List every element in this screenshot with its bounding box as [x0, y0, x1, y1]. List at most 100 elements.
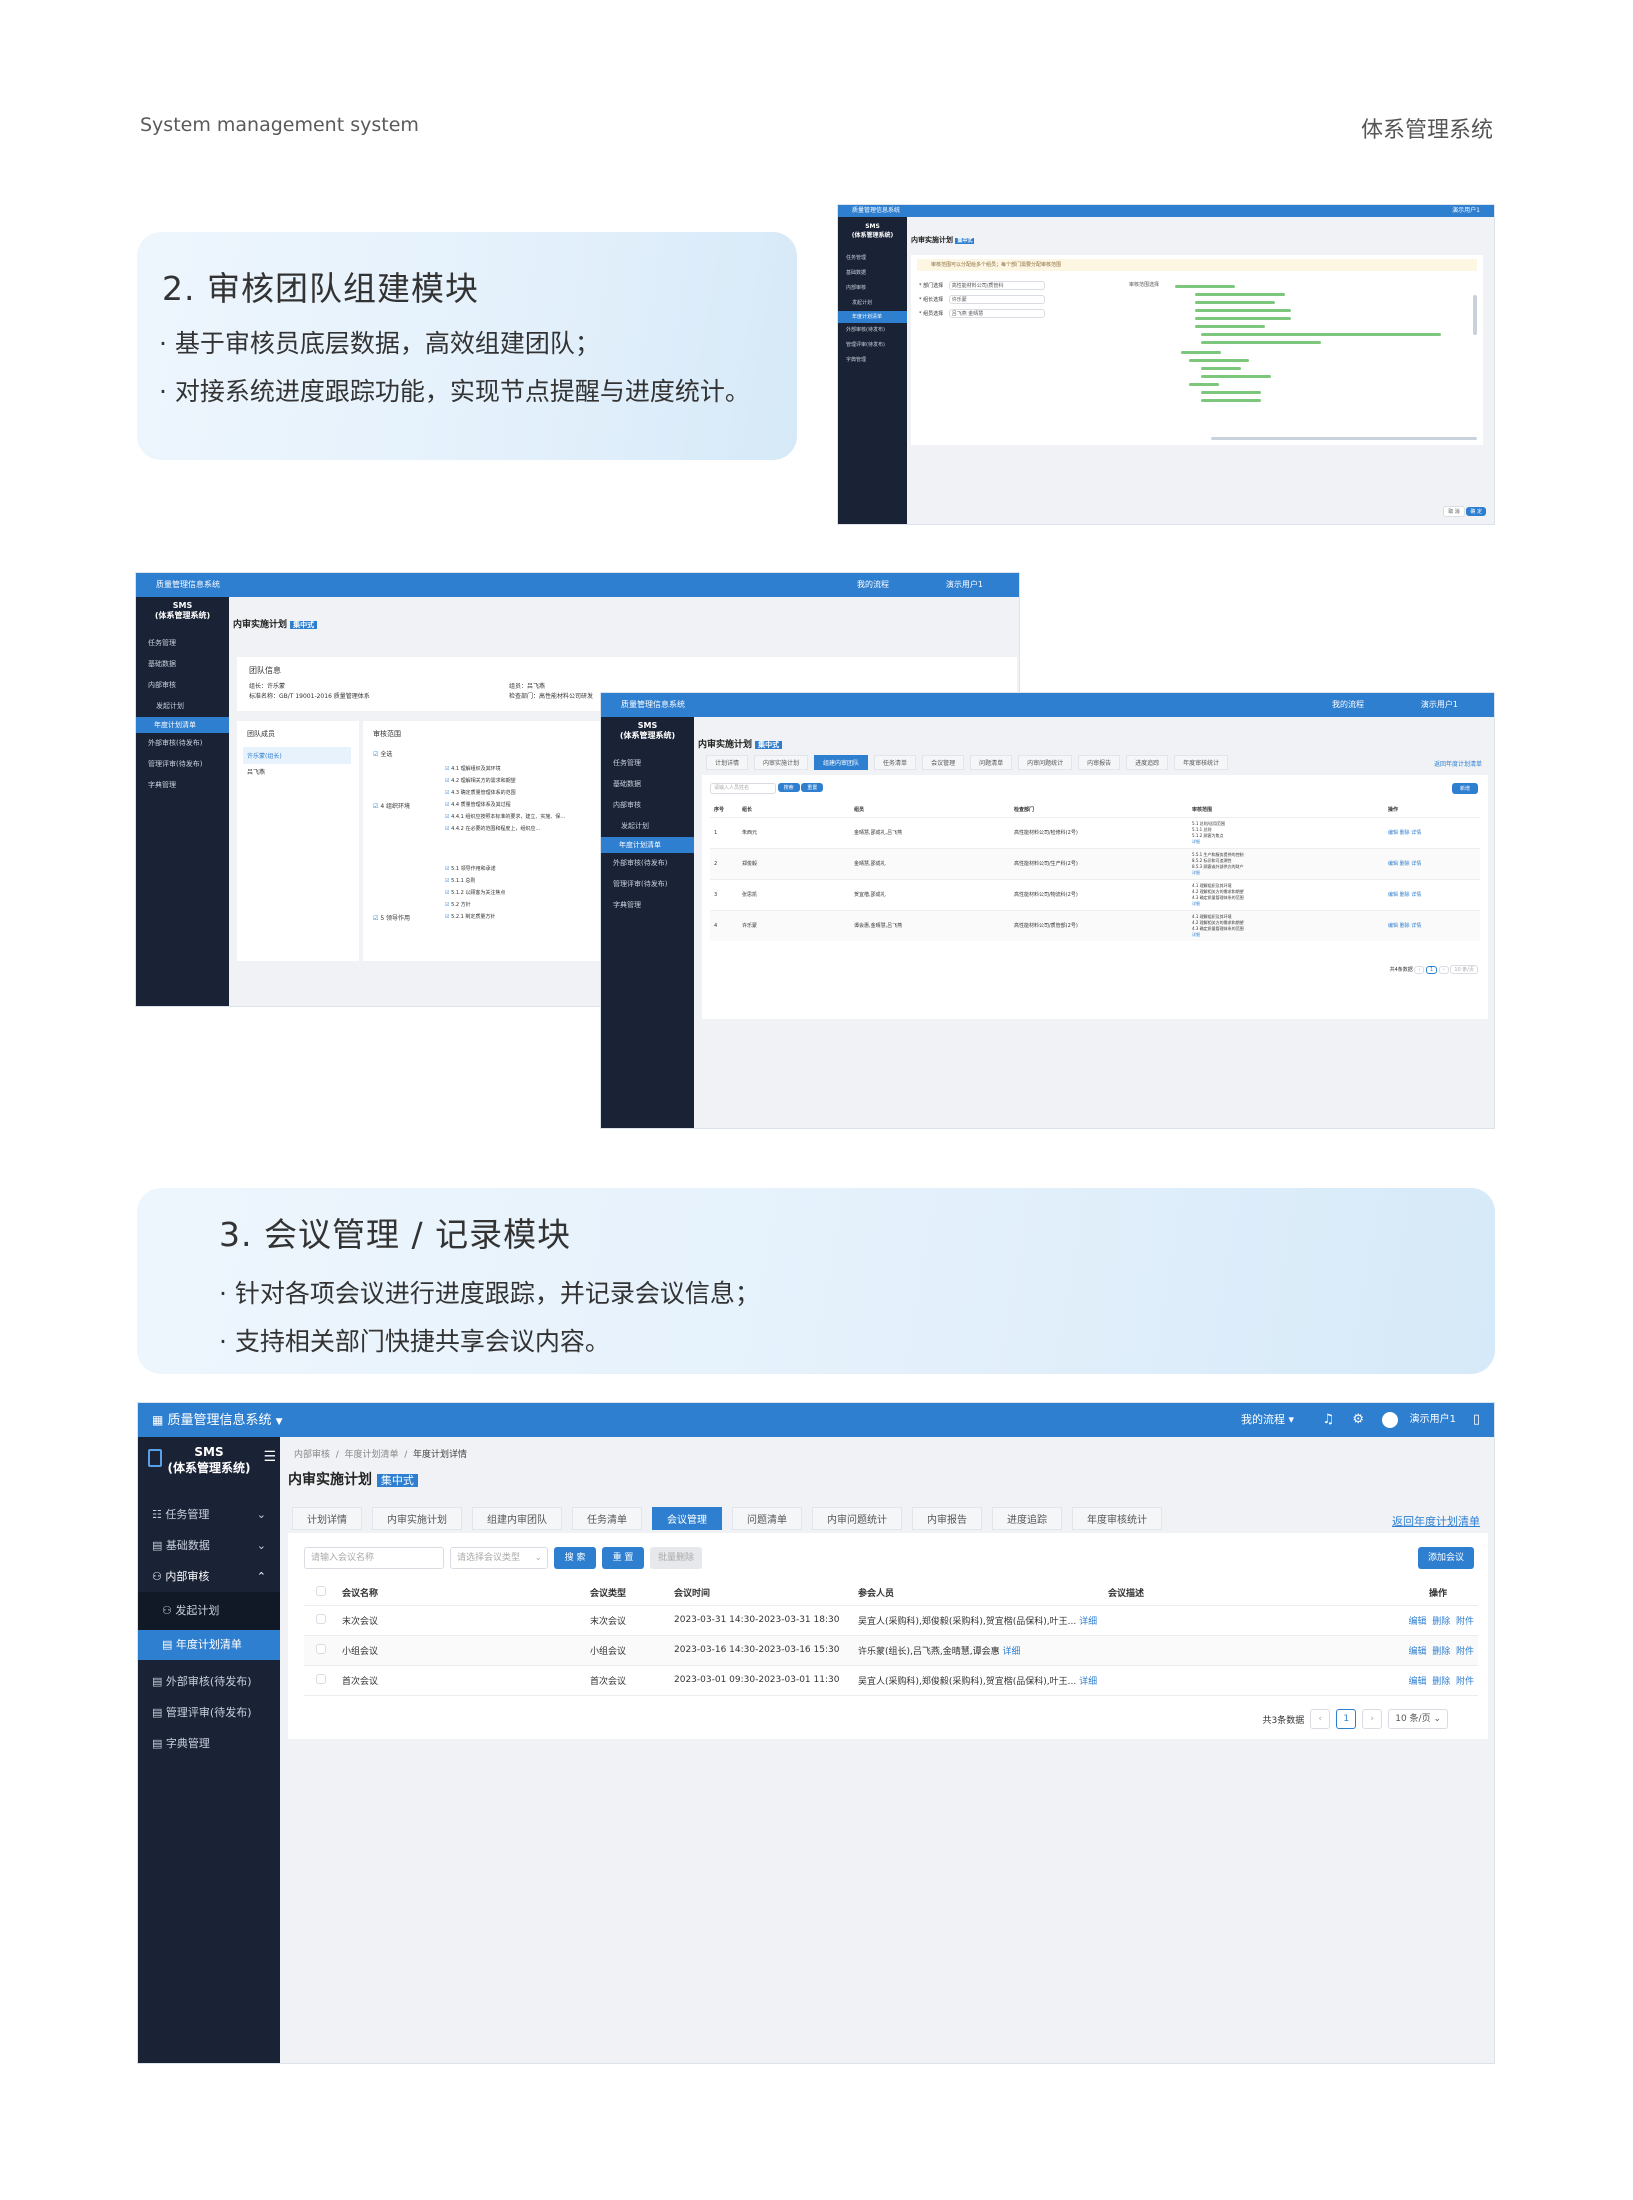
meeting-name-input[interactable]: 请输入会议名称: [304, 1547, 444, 1569]
side-mgmt-review[interactable]: ▤ 管理评审(待发布): [138, 1697, 280, 1728]
delete-link[interactable]: 删除: [1432, 1647, 1450, 1657]
side-ext-audit[interactable]: ▤ 外部审核(待发布): [138, 1666, 280, 1697]
tab-issue-list[interactable]: 问题清单: [970, 755, 1013, 770]
prev-page-button[interactable]: ‹: [1310, 1709, 1331, 1729]
team-reset-button[interactable]: 重置: [801, 783, 824, 792]
next-page-button[interactable]: ›: [1438, 966, 1449, 974]
tab-build-team[interactable]: 组建内审团队: [472, 1507, 562, 1530]
scope-item[interactable]: ☑ 4.2 理解相关方的需求和期望: [445, 775, 565, 787]
collapse-icon[interactable]: ☰: [263, 1449, 276, 1465]
side-dict[interactable]: 字典管理: [613, 895, 694, 916]
edit-link[interactable]: 编辑: [1388, 830, 1398, 836]
edit-link[interactable]: 编辑: [1408, 1677, 1426, 1687]
side-ext-audit[interactable]: 外部审核(待发布): [148, 733, 229, 754]
tab-plan-detail[interactable]: 计划详情: [706, 755, 749, 770]
side-dict[interactable]: 字典管理: [846, 353, 907, 368]
scope-item[interactable]: ☑ 4.3 确定质量管理体系的范围: [445, 787, 565, 799]
scope-item[interactable]: ☑ 4.4.1 组织应按照本标准的要求，建立、实施、保...: [445, 811, 565, 823]
side-item-base[interactable]: ▤ 基础数据 ⌄: [138, 1530, 280, 1561]
setup-cancel-button[interactable]: 取 消: [1443, 506, 1465, 517]
side-item-tasks[interactable]: 任务管理: [846, 251, 907, 266]
scope-group-2[interactable]: ☑ 5 领导作用: [373, 913, 410, 922]
edit-link[interactable]: 编辑: [1388, 861, 1398, 867]
batch-delete-button[interactable]: 批量删除: [650, 1547, 702, 1569]
attendees-detail-link[interactable]: 详细: [1002, 1647, 1020, 1657]
side-sub-plan[interactable]: ⚇ 发起计划: [138, 1592, 280, 1630]
system-name[interactable]: 质量管理信息系统: [621, 700, 685, 709]
tab-meeting[interactable]: 会议管理: [652, 1507, 722, 1530]
edit-link[interactable]: 编辑: [1388, 923, 1398, 929]
system-name[interactable]: 质量管理信息系统: [167, 1413, 271, 1428]
attachment-link[interactable]: 附件: [1456, 1647, 1474, 1657]
chevron-down-icon[interactable]: ▼: [276, 1417, 283, 1427]
side-sub-annual[interactable]: 年度计划清单: [838, 311, 907, 323]
attendees-detail-link[interactable]: 详细: [1079, 1677, 1097, 1687]
system-name[interactable]: 质量管理信息系统: [852, 207, 900, 214]
system-name[interactable]: 质量管理信息系统: [156, 580, 220, 589]
tab-task-list[interactable]: 任务清单: [572, 1507, 642, 1530]
bell-icon[interactable]: ♫: [1322, 1403, 1334, 1437]
member-item-1[interactable]: 许乐蒙(组长): [243, 747, 351, 764]
edit-link[interactable]: 编辑: [1388, 892, 1398, 898]
tab-plan-detail[interactable]: 计划详情: [292, 1507, 362, 1530]
delete-link[interactable]: 删除: [1400, 892, 1410, 898]
side-item-tasks[interactable]: 任务管理: [148, 633, 229, 654]
tab-issue-list[interactable]: 问题清单: [732, 1507, 802, 1530]
side-ext-audit[interactable]: 外部审核(待发布): [846, 323, 907, 338]
member-item-2[interactable]: 吕飞燕: [247, 767, 265, 776]
tab-meeting[interactable]: 会议管理: [922, 755, 965, 770]
apps-icon[interactable]: ▦: [152, 1413, 163, 1427]
side-item-base[interactable]: 基础数据: [148, 654, 229, 675]
tab-progress[interactable]: 进度追踪: [992, 1507, 1062, 1530]
scope-item[interactable]: ☑ 5.1.1 总则: [445, 875, 505, 887]
tab-build-team[interactable]: 组建内审团队: [814, 755, 869, 770]
scope-item[interactable]: ☑ 5.1 领导作用和承诺: [445, 863, 505, 875]
side-mgmt-review[interactable]: 管理评审(待发布): [613, 874, 694, 895]
scope-detail-link[interactable]: 详细: [1192, 870, 1388, 876]
page-size-select[interactable]: 10 条/页: [1450, 965, 1478, 974]
side-mgmt-review[interactable]: 管理评审(待发布): [148, 754, 229, 775]
scope-item[interactable]: ☑ 5.2 方针: [445, 899, 505, 911]
user-name[interactable]: 演示用户1: [1410, 1403, 1456, 1437]
team-add-button[interactable]: 新增: [1451, 783, 1478, 794]
page-number-button[interactable]: 1: [1425, 966, 1438, 974]
side-item-audit[interactable]: 内部审核: [613, 795, 694, 816]
attendees-detail-link[interactable]: 详细: [1079, 1617, 1097, 1627]
setup-field-leader[interactable]: * 组长选择 许乐蒙: [919, 295, 1045, 304]
tab-issue-stats[interactable]: 内审问题统计: [812, 1507, 902, 1530]
tab-issue-stats[interactable]: 内审问题统计: [1018, 755, 1073, 770]
edit-link[interactable]: 编辑: [1408, 1647, 1426, 1657]
user-name[interactable]: 演示用户1: [946, 573, 983, 597]
tab-impl-plan[interactable]: 内审实施计划: [372, 1507, 462, 1530]
attachment-link[interactable]: 附件: [1456, 1617, 1474, 1627]
scope-detail-link[interactable]: 详细: [1192, 932, 1388, 938]
team-search-button[interactable]: 搜索: [777, 783, 800, 792]
setup-field-members[interactable]: * 组员选择 吕飞燕 金晴慧: [919, 309, 1045, 318]
detail-link[interactable]: 详情: [1411, 892, 1421, 898]
delete-link[interactable]: 删除: [1400, 830, 1410, 836]
page-size-select[interactable]: 10 条/页 ⌄: [1388, 1709, 1448, 1729]
my-process[interactable]: 我的流程: [1332, 693, 1364, 717]
scope-item[interactable]: ☑ 5.1.2 以顾客为关注焦点: [445, 887, 505, 899]
meeting-reset-button[interactable]: 重 置: [602, 1547, 644, 1569]
delete-link[interactable]: 删除: [1400, 923, 1410, 929]
delete-link[interactable]: 删除: [1432, 1617, 1450, 1627]
side-item-base[interactable]: 基础数据: [613, 774, 694, 795]
my-process[interactable]: 我的流程 ▾: [1241, 1403, 1294, 1437]
logout-icon[interactable]: ▯: [1473, 1403, 1480, 1437]
side-sub-plan[interactable]: 发起计划: [613, 816, 694, 837]
scope-item[interactable]: ☑ 5.2.1 制定质量方针: [445, 911, 505, 923]
side-sub-annual[interactable]: ▤ 年度计划清单: [138, 1630, 280, 1660]
tab-annual-stats[interactable]: 年度审核统计: [1174, 755, 1229, 770]
tab-report[interactable]: 内审报告: [1078, 755, 1121, 770]
side-dict[interactable]: ▤ 字典管理: [138, 1728, 280, 1759]
side-sub-annual[interactable]: 年度计划清单: [601, 837, 694, 853]
scope-group-1[interactable]: ☑ 4 组织环境: [373, 801, 410, 810]
side-sub-plan[interactable]: 发起计划: [148, 696, 229, 717]
tab-progress[interactable]: 进度追踪: [1126, 755, 1169, 770]
row-checkbox[interactable]: [304, 1665, 342, 1695]
detail-link[interactable]: 详情: [1411, 861, 1421, 867]
side-sub-annual[interactable]: 年度计划清单: [136, 717, 229, 733]
side-item-tasks[interactable]: 任务管理: [613, 753, 694, 774]
scope-item[interactable]: ☑ 4.4.2 在必要的范围和程度上，组织应...: [445, 823, 565, 835]
